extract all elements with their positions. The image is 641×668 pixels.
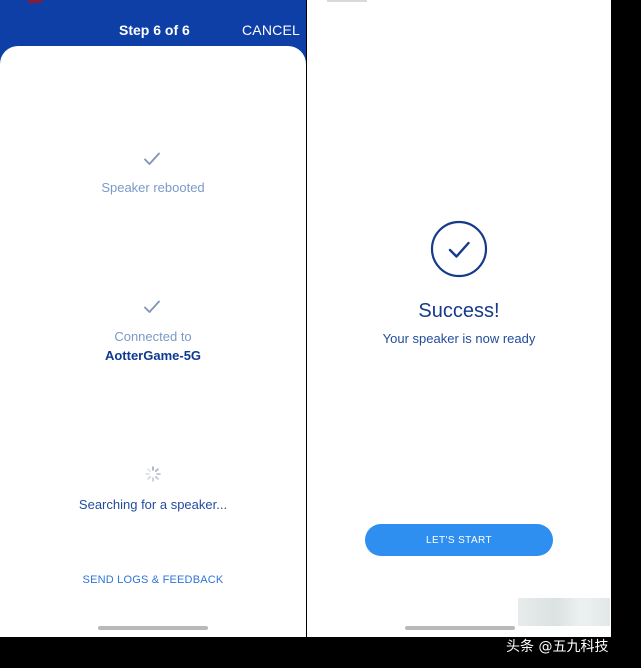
home-indicator: [405, 626, 515, 630]
step-title: Step 6 of 6: [119, 22, 190, 38]
success-subtitle: Your speaker is now ready: [382, 331, 536, 346]
success-title: Success!: [418, 300, 500, 322]
check-icon: [144, 152, 160, 166]
setup-screen: Step 6 of 6 CANCEL Speaker rebooted Conn…: [0, 0, 306, 637]
step-searching: Searching for a speaker...: [78, 497, 228, 512]
step-connected-label: Connected to: [114, 329, 192, 344]
status-indicator: [327, 0, 367, 2]
blurred-region: [518, 598, 610, 626]
watermark: 头条 @五九科技: [506, 639, 609, 655]
check-circle-icon: [430, 220, 488, 278]
send-logs-link[interactable]: SEND LOGS & FEEDBACK: [0, 574, 306, 586]
network-name: AotterGame-5G: [104, 348, 202, 363]
progress-sheet: Speaker rebooted Connected to AotterGame…: [0, 46, 306, 637]
status-indicator: [28, 0, 42, 3]
home-indicator: [98, 626, 208, 630]
success-screen: Success! Your speaker is now ready LET'S…: [307, 0, 611, 637]
cancel-button[interactable]: CANCEL: [242, 22, 300, 38]
spinner-icon: [145, 466, 161, 482]
check-icon: [144, 300, 160, 314]
lets-start-button[interactable]: LET'S START: [365, 524, 553, 556]
step-speaker-rebooted: Speaker rebooted: [101, 180, 205, 195]
